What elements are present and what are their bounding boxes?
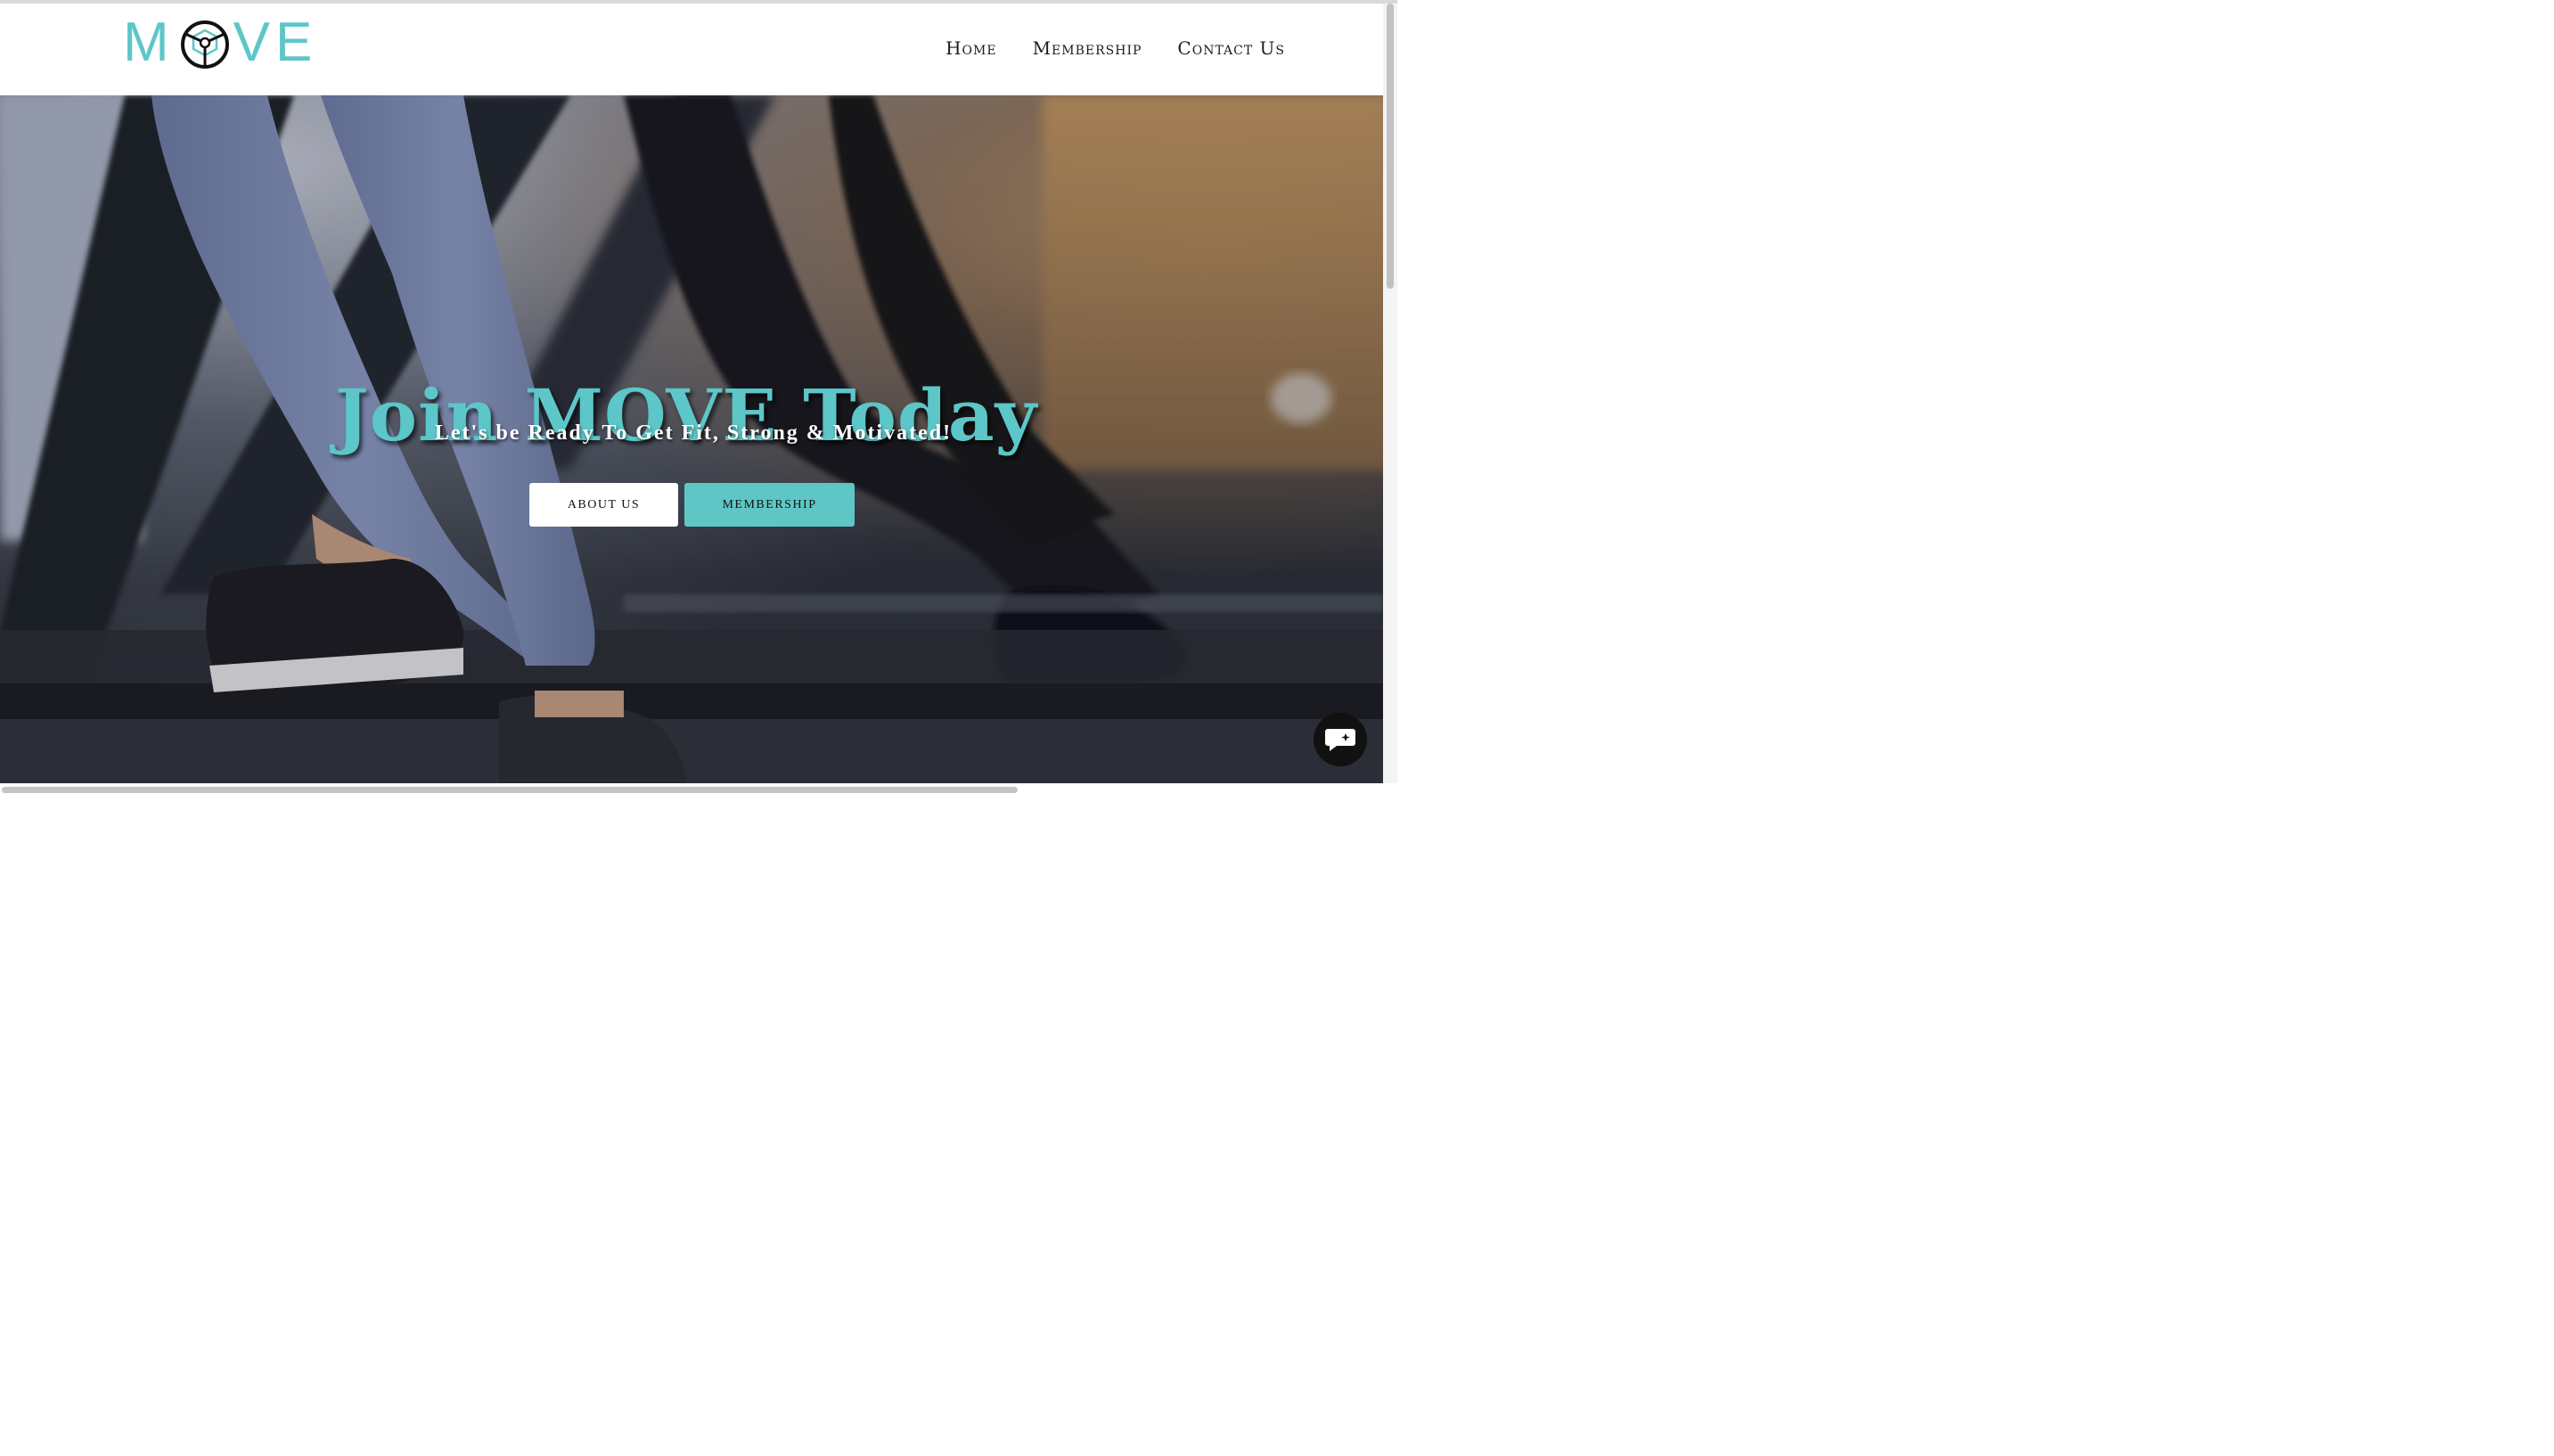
chat-bubble-icon	[1325, 729, 1355, 751]
vertical-scrollbar-thumb[interactable]	[1387, 4, 1394, 289]
nav-item-home[interactable]: Home	[945, 37, 996, 59]
horizontal-scrollbar-thumb[interactable]	[2, 787, 1018, 793]
hero-section: Join MOVE Today Let's be Ready To Get Fi…	[0, 95, 1383, 783]
horizontal-scrollbar[interactable]	[0, 783, 1397, 797]
logo-letters-left: M	[123, 12, 175, 73]
about-us-button[interactable]: ABOUT US	[529, 483, 678, 527]
page: M VE Home Membership Contact Us Join MOV…	[0, 0, 1397, 797]
main-nav: Home Membership Contact Us	[945, 37, 1285, 59]
logo-letters-right: VE	[233, 12, 318, 73]
chat-button[interactable]	[1314, 713, 1367, 766]
site-header: M VE Home Membership Contact Us	[0, 4, 1383, 95]
compass-circle-icon	[180, 20, 229, 69]
nav-item-contact-us[interactable]: Contact Us	[1177, 37, 1285, 59]
vertical-scrollbar[interactable]	[1383, 4, 1397, 797]
nav-item-membership[interactable]: Membership	[1033, 37, 1142, 59]
membership-button[interactable]: MEMBERSHIP	[684, 483, 855, 527]
hero-subtitle: Let's be Ready To Get Fit, Strong & Moti…	[434, 421, 953, 445]
site-logo[interactable]: M VE	[123, 14, 317, 71]
